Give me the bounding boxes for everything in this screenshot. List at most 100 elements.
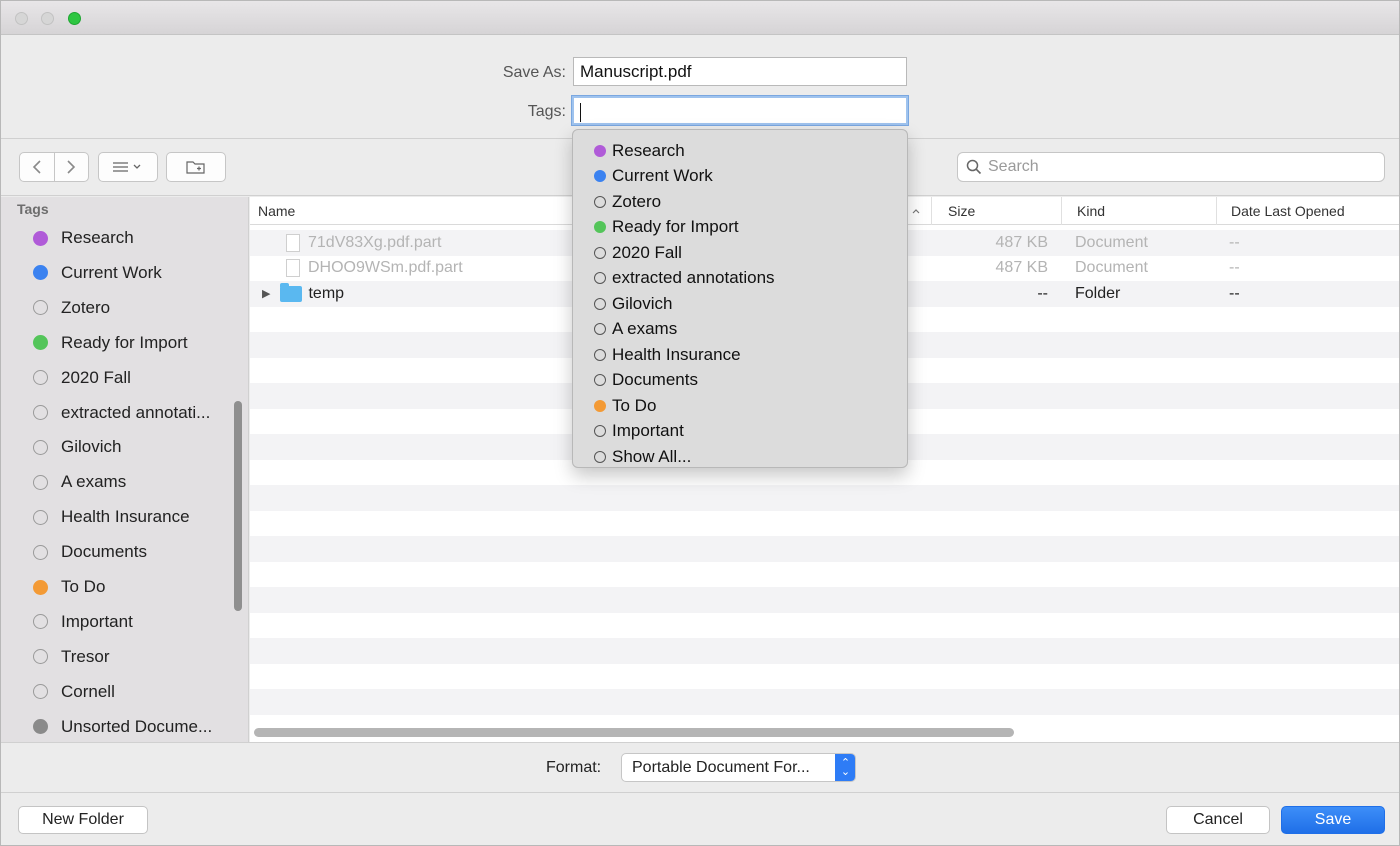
sidebar-item-tag[interactable]: extracted annotati... [1,396,236,430]
tag-color-icon [33,335,48,351]
column-header-size[interactable]: Size [940,197,1062,225]
tag-suggestion-label: Gilovich [612,293,673,313]
back-button[interactable] [20,153,54,181]
sidebar: Tags Research Current Work Zotero Ready for… [1,197,249,742]
sidebar-item-tag[interactable]: Cornell [1,675,236,709]
new-folder-icon [186,161,205,174]
sidebar-item-label: Unsorted Docume... [61,716,213,736]
sidebar-section-tags: Tags [17,201,49,217]
empty-row [250,613,1399,639]
title-bar [1,1,1399,35]
sidebar-item-tag[interactable]: Unsorted Docume... [1,710,236,742]
tag-color-icon [33,265,48,281]
tag-color-icon [33,405,48,420]
tag-color-icon [33,300,48,316]
sidebar-item-tag[interactable]: Current Work [1,256,236,290]
minimize-window-button[interactable] [41,12,54,25]
tag-color-icon [33,370,48,386]
column-date-label: Date Last Opened [1231,203,1345,219]
sidebar-item-tag[interactable]: Gilovich [1,430,236,464]
sidebar-item-tag[interactable]: 2020 Fall [1,361,236,395]
sidebar-item-tag[interactable]: A exams [1,465,236,499]
tag-suggestion-item[interactable]: A exams [573,317,907,343]
tag-suggestion-item[interactable]: Gilovich [573,291,907,317]
tag-suggestion-item[interactable]: extracted annotations [573,266,907,292]
column-size-label: Size [948,203,976,219]
save-dialog: Save As: Manuscript.pdf Tags: Search Tag… [0,0,1400,846]
file-kind: Document [1075,233,1148,251]
tag-suggestion-label: To Do [612,395,657,415]
sidebar-item-label: Tresor [61,646,110,666]
tags-field[interactable] [572,96,908,125]
file-name-cell: 71dV83Xg.pdf.part [286,233,441,252]
search-placeholder: Search [988,158,1039,175]
new-folder-button[interactable]: New Folder [18,806,148,834]
zoom-window-button[interactable] [68,12,81,25]
sidebar-item-tag[interactable]: Tresor [1,640,236,674]
save-button[interactable]: Save [1281,806,1385,834]
empty-row [250,587,1399,613]
file-date: -- [1229,259,1240,277]
save-as-value: Manuscript.pdf [580,62,692,81]
tag-suggestion-item[interactable]: Show All... [573,444,907,470]
sidebar-item-label: Current Work [61,262,162,282]
format-select[interactable]: Portable Document For... ⌃ ⌄ [621,753,856,782]
empty-row [250,562,1399,588]
tag-suggestion-item[interactable]: Documents [573,368,907,394]
tags-label: Tags: [527,103,566,120]
column-header-kind[interactable]: Kind [1069,197,1217,225]
sidebar-item-tag[interactable]: Zotero [1,291,236,325]
file-kind: Document [1075,259,1148,277]
sidebar-scrollbar[interactable] [234,401,242,611]
navigation-buttons [19,152,89,182]
sidebar-item-tag[interactable]: To Do [1,570,236,604]
tag-color-icon [594,297,606,310]
sidebar-item-tag[interactable]: Ready for Import [1,326,236,360]
tag-color-icon [594,170,606,183]
search-field[interactable]: Search [957,152,1385,182]
disclosure-triangle-icon[interactable]: ▶ [262,287,270,300]
tag-suggestion-item[interactable]: Health Insurance [573,342,907,368]
sidebar-item-tag[interactable]: Research [1,221,236,255]
tag-suggestion-item[interactable]: 2020 Fall [573,240,907,266]
sidebar-item-tag[interactable]: Important [1,605,236,639]
tag-suggestion-item[interactable]: Research [573,138,907,164]
column-header-date[interactable]: Date Last Opened [1223,197,1399,225]
select-arrows-icon: ⌃ ⌄ [835,754,855,781]
forward-button[interactable] [53,153,88,181]
tag-color-icon [33,684,48,700]
new-folder-toolbar-button[interactable] [166,152,226,182]
tag-suggestion-label: extracted annotations [612,268,775,288]
sidebar-item-tag[interactable]: Health Insurance [1,500,236,534]
view-options-button[interactable] [98,152,158,182]
cancel-button[interactable]: Cancel [1166,806,1270,834]
format-bar: Format: Portable Document For... ⌃ ⌄ [1,742,1399,792]
column-name-label: Name [258,203,296,219]
sort-ascending-icon [912,209,920,214]
sidebar-item-label: Documents [61,542,147,562]
tag-color-icon [594,425,606,438]
tag-suggestion-label: Ready for Import [612,217,739,237]
save-as-field[interactable]: Manuscript.pdf [573,57,907,86]
chevron-left-icon [32,160,41,174]
tag-suggestion-item[interactable]: To Do [573,393,907,419]
tags-suggestion-popup: Research Current Work Zotero Ready for Impo… [572,129,908,468]
tag-suggestion-label: A exams [612,319,678,339]
tag-suggestion-item[interactable]: Important [573,419,907,445]
tag-color-icon [594,399,606,412]
tag-color-icon [33,544,48,560]
file-size: -- [1037,284,1048,302]
horizontal-scrollbar[interactable] [254,728,1014,737]
sidebar-item-label: 2020 Fall [61,367,131,387]
list-view-icon [113,162,141,172]
tag-suggestion-item[interactable]: Ready for Import [573,215,907,241]
tag-color-icon [594,323,606,336]
close-window-button[interactable] [15,12,28,25]
file-name-cell: ▶ temp [262,282,344,303]
tag-color-icon [33,474,48,490]
sidebar-item-label: Cornell [61,681,115,701]
sidebar-item-tag[interactable]: Documents [1,535,236,569]
chevron-right-icon [67,160,76,174]
tag-suggestion-item[interactable]: Current Work [573,164,907,190]
tag-suggestion-item[interactable]: Zotero [573,189,907,215]
